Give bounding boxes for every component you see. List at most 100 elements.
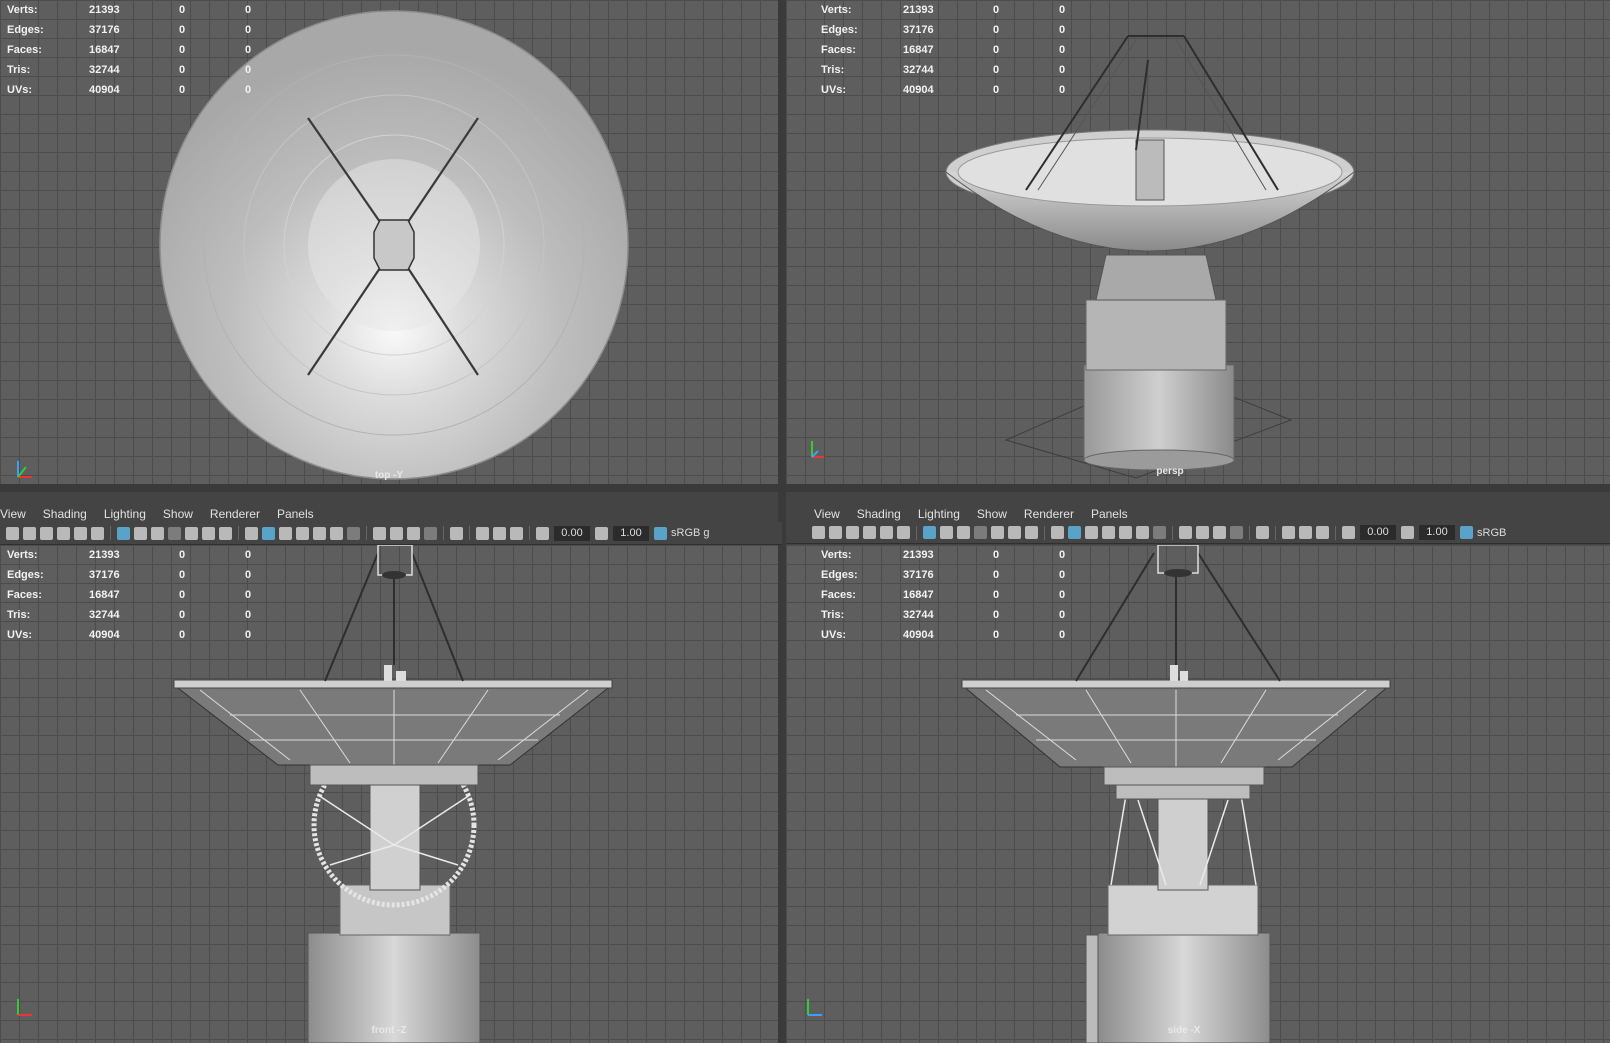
safe-title-icon[interactable]: [219, 526, 232, 540]
wireframe-on-shaded-icon[interactable]: [296, 526, 309, 540]
stat-value: 37176: [89, 569, 120, 581]
menu-renderer[interactable]: Renderer: [210, 507, 260, 521]
exposure-field[interactable]: 0.00: [554, 525, 590, 541]
smooth-shade-icon[interactable]: [262, 526, 275, 540]
menu-panels[interactable]: Panels: [1091, 507, 1128, 521]
exposure-icon[interactable]: [536, 526, 549, 540]
grid-toggle-icon[interactable]: [923, 526, 936, 539]
anti-aliasing-icon[interactable]: [1213, 526, 1226, 539]
bookmark-icon[interactable]: [40, 526, 53, 540]
viewport-top[interactable]: Verts: 21393 0 0 Edges: 37176 0 0 Faces: 16847 0…: [0, 0, 778, 484]
separator: [110, 526, 111, 540]
smooth-shade-icon[interactable]: [1068, 526, 1081, 539]
anti-aliasing-icon[interactable]: [407, 526, 420, 540]
view-transform-label[interactable]: sRGB: [1477, 527, 1506, 539]
camera-attributes-icon[interactable]: [829, 526, 842, 539]
field-chart-icon[interactable]: [185, 526, 198, 540]
viewport-divider[interactable]: [0, 484, 1610, 492]
wireframe-icon[interactable]: [245, 526, 258, 540]
image-plane-icon[interactable]: [863, 526, 876, 539]
use-lights-icon[interactable]: [330, 526, 343, 540]
xray-joints-icon[interactable]: [1316, 526, 1329, 539]
stat-label: Faces:: [7, 44, 42, 56]
xray-icon[interactable]: [476, 526, 489, 540]
axis-gizmo-icon: [807, 999, 822, 1016]
stat-label: Edges:: [7, 569, 44, 581]
shadows-icon[interactable]: [1153, 526, 1166, 539]
exposure-icon[interactable]: [1342, 526, 1355, 539]
poly-stats-hud: Verts: 21393 0 0 Edges: 37176 0 0 Faces: 16847 0…: [821, 0, 1089, 100]
depth-of-field-icon[interactable]: [1230, 526, 1243, 539]
exposure-field[interactable]: 0.00: [1360, 525, 1396, 540]
2d-pan-zoom-icon[interactable]: [91, 526, 104, 540]
gamma-field[interactable]: 1.00: [1419, 525, 1455, 540]
stat-value: 32744: [89, 64, 120, 76]
wireframe-on-shaded-icon[interactable]: [1102, 526, 1115, 539]
gamma-icon[interactable]: [1401, 526, 1414, 539]
menu-shading[interactable]: Shading: [43, 507, 87, 521]
stat-value: 16847: [89, 589, 120, 601]
menu-renderer[interactable]: Renderer: [1024, 507, 1074, 521]
motion-blur-icon[interactable]: [390, 526, 403, 540]
axis-gizmo-icon: [17, 461, 32, 478]
menu-show[interactable]: Show: [163, 507, 193, 521]
xray-joints-icon[interactable]: [510, 526, 523, 540]
panel-menu-bar: View Shading Lighting Show Renderer Pane…: [0, 505, 778, 523]
color-management-icon[interactable]: [1460, 526, 1473, 539]
xray-active-icon[interactable]: [493, 526, 506, 540]
field-chart-icon[interactable]: [991, 526, 1004, 539]
menu-panels[interactable]: Panels: [277, 507, 314, 521]
film-gate-icon[interactable]: [134, 526, 147, 540]
2d-pan-zoom-icon[interactable]: [897, 526, 910, 539]
film-gate-icon[interactable]: [940, 526, 953, 539]
safe-action-icon[interactable]: [202, 526, 215, 540]
bookmark-icon[interactable]: [846, 526, 859, 539]
menu-lighting[interactable]: Lighting: [104, 507, 146, 521]
gate-mask-icon[interactable]: [168, 526, 181, 540]
camera-icon[interactable]: [812, 526, 825, 539]
shadows-icon[interactable]: [347, 526, 360, 540]
color-management-icon[interactable]: [654, 526, 667, 540]
menu-lighting[interactable]: Lighting: [918, 507, 960, 521]
xray-icon[interactable]: [1282, 526, 1295, 539]
textured-icon[interactable]: [1119, 526, 1132, 539]
viewport-side[interactable]: Verts: 21393 0 0 Edges: 37176 0 0 Faces: 16847 0…: [786, 545, 1610, 1043]
grease-pencil-icon[interactable]: [880, 526, 893, 539]
safe-action-icon[interactable]: [1008, 526, 1021, 539]
menu-view[interactable]: View: [0, 507, 26, 521]
menu-view[interactable]: View: [814, 507, 840, 521]
default-material-icon[interactable]: [279, 526, 292, 540]
separator: [366, 526, 367, 540]
poly-stats-hud: Verts: 21393 0 0 Edges: 37176 0 0 Faces: 16847 0…: [821, 545, 1089, 645]
grid-toggle-icon[interactable]: [117, 526, 130, 540]
resolution-gate-icon[interactable]: [957, 526, 970, 539]
grease-pencil-icon[interactable]: [74, 526, 87, 540]
viewport-front[interactable]: Verts: 21393 0 0 Edges: 37176 0 0 Faces: 16847 0…: [0, 545, 778, 1043]
use-lights-icon[interactable]: [1136, 526, 1149, 539]
isolate-select-icon[interactable]: [450, 526, 463, 540]
default-material-icon[interactable]: [1085, 526, 1098, 539]
safe-title-icon[interactable]: [1025, 526, 1038, 539]
menu-show[interactable]: Show: [977, 507, 1007, 521]
xray-active-icon[interactable]: [1299, 526, 1312, 539]
motion-blur-icon[interactable]: [1196, 526, 1209, 539]
ambient-occlusion-icon[interactable]: [373, 526, 386, 540]
panel-toolbar: 0.00 1.00 sRGB g: [0, 522, 782, 545]
ambient-occlusion-icon[interactable]: [1179, 526, 1192, 539]
stat-label: UVs:: [821, 84, 847, 96]
isolate-select-icon[interactable]: [1256, 526, 1269, 539]
image-plane-icon[interactable]: [57, 526, 70, 540]
camera-icon[interactable]: [6, 526, 19, 540]
camera-attributes-icon[interactable]: [23, 526, 36, 540]
gate-mask-icon[interactable]: [974, 526, 987, 539]
viewport-persp[interactable]: Verts: 21393 0 0 Edges: 37176 0 0 Faces: 16847 0…: [786, 0, 1610, 484]
textured-icon[interactable]: [313, 526, 326, 540]
view-transform-label[interactable]: sRGB g: [671, 527, 710, 539]
gamma-field[interactable]: 1.00: [613, 525, 649, 541]
panel-toolbar: 0.00 1.00 sRGB: [786, 522, 1610, 544]
menu-shading[interactable]: Shading: [857, 507, 901, 521]
wireframe-icon[interactable]: [1051, 526, 1064, 539]
gamma-icon[interactable]: [595, 526, 608, 540]
depth-of-field-icon[interactable]: [424, 526, 437, 540]
resolution-gate-icon[interactable]: [151, 526, 164, 540]
